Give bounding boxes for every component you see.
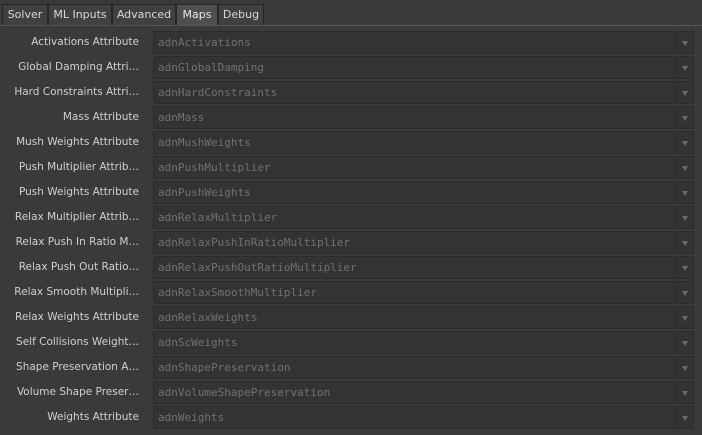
row-label: Volume Shape Preser…: [16, 386, 139, 398]
row-mush-weights-attribute: Mush Weights Attribute adnMushWeights: [0, 130, 702, 155]
row-shape-preservation-attribute: Shape Preservation A… adnShapePreservati…: [0, 355, 702, 380]
chevron-down-icon: [682, 391, 688, 396]
row-label: Hard Constraints Attri…: [14, 86, 139, 98]
attribute-dropdown-button[interactable]: [676, 231, 694, 254]
row-label: Relax Multiplier Attrib…: [14, 211, 139, 223]
row-label: Activations Attribute: [31, 36, 139, 48]
row-label: Relax Weights Attribute: [15, 311, 139, 323]
row-label: Weights Attribute: [47, 411, 139, 423]
chevron-down-icon: [682, 416, 688, 421]
tab-bar: Solver ML Inputs Advanced Maps Debug: [0, 0, 702, 26]
chevron-down-icon: [682, 166, 688, 171]
chevron-down-icon: [682, 191, 688, 196]
attribute-dropdown-button[interactable]: [676, 131, 694, 154]
attribute-dropdown-button[interactable]: [676, 156, 694, 179]
attribute-dropdown-button[interactable]: [676, 331, 694, 354]
chevron-down-icon: [682, 366, 688, 371]
attribute-dropdown-button[interactable]: [676, 181, 694, 204]
chevron-down-icon: [682, 141, 688, 146]
row-global-damping-attribute: Global Damping Attri… adnGlobalDamping: [0, 55, 702, 80]
attribute-dropdown-button[interactable]: [676, 106, 694, 129]
chevron-down-icon: [682, 41, 688, 46]
chevron-down-icon: [682, 266, 688, 271]
attribute-field[interactable]: adnMass: [153, 106, 675, 129]
row-mass-attribute: Mass Attribute adnMass: [0, 105, 702, 130]
row-label: Push Multiplier Attrib…: [18, 161, 139, 173]
attribute-field[interactable]: adnShapePreservation: [153, 356, 675, 379]
attribute-field[interactable]: adnRelaxPushInRatioMultiplier: [153, 231, 675, 254]
attribute-field[interactable]: adnPushWeights: [153, 181, 675, 204]
row-label: Shape Preservation A…: [16, 361, 139, 373]
row-relax-multiplier-attribute: Relax Multiplier Attrib… adnRelaxMultipl…: [0, 205, 702, 230]
attribute-field[interactable]: adnRelaxWeights: [153, 306, 675, 329]
attribute-field[interactable]: adnPushMultiplier: [153, 156, 675, 179]
chevron-down-icon: [682, 66, 688, 71]
attribute-dropdown-button[interactable]: [676, 206, 694, 229]
row-label: Mass Attribute: [62, 111, 139, 123]
attribute-dropdown-button[interactable]: [676, 31, 694, 54]
row-relax-smooth-multiplier: Relax Smooth Multipli… adnRelaxSmoothMul…: [0, 280, 702, 305]
attribute-dropdown-button[interactable]: [676, 381, 694, 404]
tab-solver[interactable]: Solver: [2, 4, 48, 25]
chevron-down-icon: [682, 316, 688, 321]
row-hard-constraints-attribute: Hard Constraints Attri… adnHardConstrain…: [0, 80, 702, 105]
row-volume-shape-preservation: Volume Shape Preser… adnVolumeShapePrese…: [0, 380, 702, 405]
chevron-down-icon: [682, 216, 688, 221]
tab-ml-inputs[interactable]: ML Inputs: [48, 4, 112, 25]
row-label: Global Damping Attri…: [18, 61, 139, 73]
tab-maps[interactable]: Maps: [176, 4, 218, 26]
chevron-down-icon: [682, 116, 688, 121]
attribute-field[interactable]: adnRelaxPushOutRatioMultiplier: [153, 256, 675, 279]
row-relax-weights-attribute: Relax Weights Attribute adnRelaxWeights: [0, 305, 702, 330]
attribute-field[interactable]: adnActivations: [153, 31, 675, 54]
attribute-field[interactable]: adnHardConstraints: [153, 81, 675, 104]
attribute-field[interactable]: adnGlobalDamping: [153, 56, 675, 79]
attribute-dropdown-button[interactable]: [676, 81, 694, 104]
attribute-dropdown-button[interactable]: [676, 281, 694, 304]
attribute-dropdown-button[interactable]: [676, 356, 694, 379]
row-push-multiplier-attribute: Push Multiplier Attrib… adnPushMultiplie…: [0, 155, 702, 180]
tab-advanced[interactable]: Advanced: [112, 4, 176, 25]
chevron-down-icon: [682, 91, 688, 96]
row-label: Push Weights Attribute: [18, 186, 139, 198]
chevron-down-icon: [682, 341, 688, 346]
chevron-down-icon: [682, 241, 688, 246]
chevron-down-icon: [682, 291, 688, 296]
row-weights-attribute: Weights Attribute adnWeights: [0, 405, 702, 430]
row-label: Mush Weights Attribute: [16, 136, 139, 148]
row-push-weights-attribute: Push Weights Attribute adnPushWeights: [0, 180, 702, 205]
tab-debug[interactable]: Debug: [218, 4, 264, 25]
attribute-field[interactable]: adnScWeights: [153, 331, 675, 354]
row-label: Relax Push In Ratio M…: [15, 236, 139, 248]
row-label: Self Collisions Weight…: [16, 336, 139, 348]
attribute-field[interactable]: adnWeights: [153, 406, 675, 429]
tab-bar-divider: [0, 25, 702, 26]
row-label: Relax Smooth Multipli…: [14, 286, 139, 298]
row-label: Relax Push Out Ratio…: [18, 261, 139, 273]
attribute-field[interactable]: adnVolumeShapePreservation: [153, 381, 675, 404]
maps-panel: Solver ML Inputs Advanced Maps Debug Act…: [0, 0, 702, 435]
attribute-dropdown-button[interactable]: [676, 56, 694, 79]
attribute-field[interactable]: adnMushWeights: [153, 131, 675, 154]
attribute-dropdown-button[interactable]: [676, 256, 694, 279]
row-relax-push-in-ratio-multiplier: Relax Push In Ratio M… adnRelaxPushInRat…: [0, 230, 702, 255]
attribute-field[interactable]: adnRelaxMultiplier: [153, 206, 675, 229]
attribute-dropdown-button[interactable]: [676, 406, 694, 429]
attribute-dropdown-button[interactable]: [676, 306, 694, 329]
attribute-field[interactable]: adnRelaxSmoothMultiplier: [153, 281, 675, 304]
row-self-collisions-weights: Self Collisions Weight… adnScWeights: [0, 330, 702, 355]
row-relax-push-out-ratio-multiplier: Relax Push Out Ratio… adnRelaxPushOutRat…: [0, 255, 702, 280]
row-activations-attribute: Activations Attribute adnActivations: [0, 30, 702, 55]
